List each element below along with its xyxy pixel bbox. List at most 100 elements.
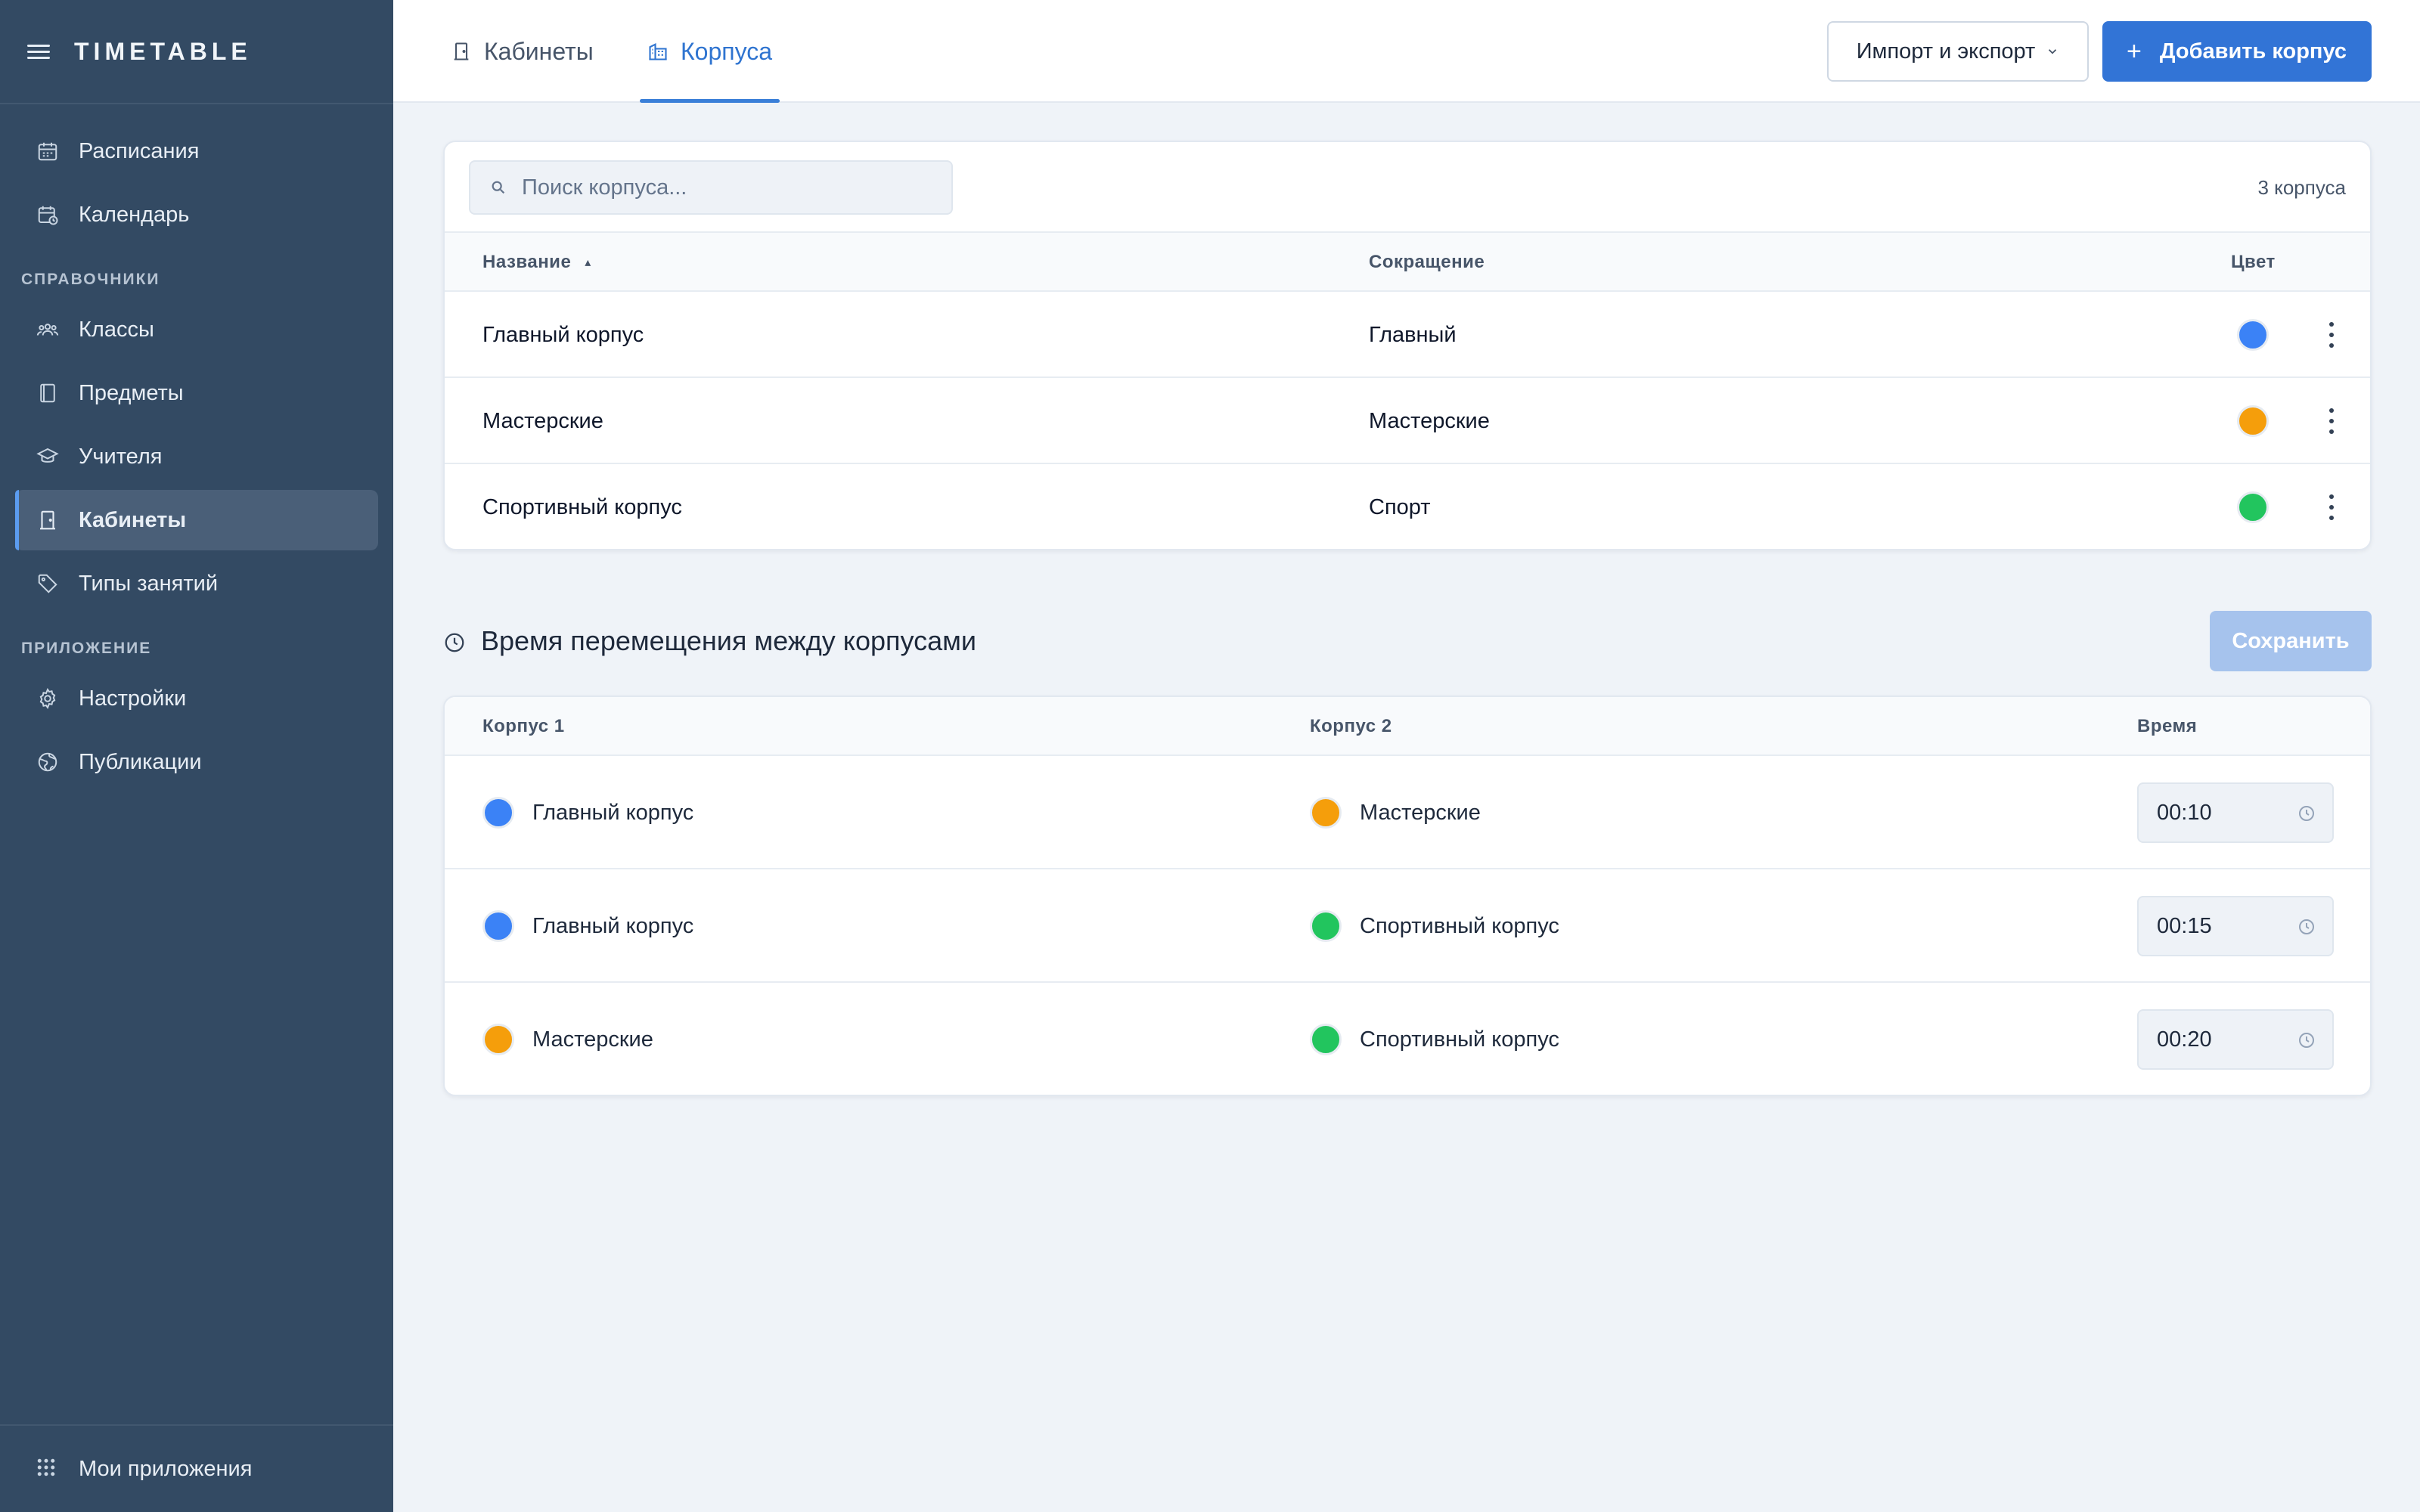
sidebar-item-label: Предметы [79, 380, 184, 405]
sidebar-item-label: Типы занятий [79, 571, 219, 596]
color-dot [482, 910, 514, 942]
more-actions-icon[interactable] [2328, 408, 2335, 434]
time-value: 00:20 [2157, 1027, 2212, 1052]
sidebar-item-label: Календарь [79, 202, 190, 227]
color-cell [2237, 292, 2269, 378]
color-cell [2237, 464, 2269, 549]
tab-buildings[interactable]: Корпуса [640, 0, 780, 103]
building-2-cell: Спортивный корпус [1310, 869, 1559, 983]
building-name: Главный корпус [482, 322, 644, 347]
actions-cell [2328, 378, 2335, 464]
color-dot [482, 1024, 514, 1055]
buildings-toolbar: 3 корпуса [445, 142, 2370, 233]
add-building-button[interactable]: + Добавить корпус [2102, 21, 2372, 82]
buildings-count: 3 корпуса [2257, 175, 2346, 199]
column-header-time: Время [2137, 716, 2198, 736]
tab-rooms[interactable]: Кабинеты [451, 0, 594, 103]
table-row[interactable]: Спортивный корпус Спорт [445, 464, 2370, 549]
apps-grid-icon [35, 1456, 60, 1482]
travel-row: Главный корпус Мастерские 00:10 [445, 756, 2370, 869]
brand-bar: TIMETABLE [0, 0, 393, 104]
color-dot [482, 797, 514, 829]
building-1-name: Главный корпус [532, 913, 694, 938]
table-row[interactable]: Мастерские Мастерские [445, 378, 2370, 464]
sidebar-item-settings[interactable]: Настройки [15, 668, 378, 729]
calendar-icon [35, 138, 60, 164]
more-actions-icon[interactable] [2328, 494, 2335, 520]
sidebar-item-classes[interactable]: Классы [15, 299, 378, 360]
door-icon [451, 40, 473, 63]
travel-table-header: Корпус 1 Корпус 2 Время [445, 697, 2370, 756]
tag-icon [35, 571, 60, 596]
sidebar-item-label: Публикации [79, 749, 202, 774]
sidebar-item-rooms[interactable]: Кабинеты [15, 490, 378, 550]
color-dot [1310, 1024, 1342, 1055]
calendar-clock-icon [35, 202, 60, 228]
time-cell: 00:20 [2137, 983, 2334, 1095]
buildings-card: 3 корпуса Название ▴ Сокращение Цвет Гла… [443, 141, 2372, 550]
tab-label: Корпуса [681, 37, 772, 65]
section-heading-app: ПРИЛОЖЕНИЕ [21, 640, 152, 657]
add-building-label: Добавить корпус [2159, 39, 2347, 64]
time-value: 00:10 [2157, 800, 2212, 825]
import-export-label: Импорт и экспорт [1856, 39, 2036, 64]
sidebar-item-teachers[interactable]: Учителя [15, 426, 378, 487]
door-icon [35, 507, 60, 533]
search-input[interactable] [522, 175, 945, 200]
building-short: Мастерские [1369, 408, 1490, 433]
building-1-cell: Мастерские [482, 983, 653, 1095]
color-dot [1310, 910, 1342, 942]
import-export-dropdown[interactable]: Импорт и экспорт [1827, 21, 2089, 82]
color-swatch[interactable] [2237, 491, 2269, 523]
travel-times-card: Корпус 1 Корпус 2 Время Главный корпус М… [443, 696, 2372, 1096]
color-dot [1310, 797, 1342, 829]
menu-icon[interactable] [27, 42, 53, 61]
save-button[interactable]: Сохранить [2210, 611, 2372, 671]
sidebar-nav: Расписания Календарь СПРАВОЧНИКИ Классы … [0, 104, 393, 792]
time-input[interactable]: 00:10 [2137, 782, 2334, 843]
clock-icon[interactable] [2297, 804, 2317, 823]
column-header-name[interactable]: Название ▴ [482, 233, 591, 292]
building-name: Мастерские [482, 408, 603, 433]
clock-icon[interactable] [2297, 917, 2317, 937]
time-cell: 00:10 [2137, 756, 2334, 869]
sidebar-item-schedules[interactable]: Расписания [15, 121, 378, 181]
sidebar-item-label: Кабинеты [79, 507, 187, 532]
building-1-cell: Главный корпус [482, 756, 693, 869]
time-input[interactable]: 00:15 [2137, 896, 2334, 956]
column-header-color[interactable]: Цвет [2231, 233, 2276, 292]
search-box[interactable] [469, 160, 953, 215]
building-2-name: Мастерские [1360, 800, 1481, 825]
building-short: Спорт [1369, 494, 1431, 519]
buildings-table-header: Название ▴ Сокращение Цвет [445, 233, 2370, 292]
clock-icon[interactable] [2297, 1030, 2317, 1050]
sidebar-item-label: Классы [79, 317, 154, 342]
search-icon [490, 179, 507, 196]
sidebar-item-label: Расписания [79, 138, 200, 163]
sort-asc-icon: ▴ [585, 256, 591, 269]
more-actions-icon[interactable] [2328, 322, 2335, 348]
sidebar-item-my-apps[interactable]: Мои приложения [0, 1424, 393, 1512]
gear-icon [35, 686, 60, 711]
sidebar-item-publications[interactable]: Публикации [15, 732, 378, 792]
column-header-building-2: Корпус 2 [1310, 716, 1392, 736]
building-1-name: Мастерские [532, 1027, 653, 1052]
building-1-name: Главный корпус [532, 800, 694, 825]
travel-row: Мастерские Спортивный корпус 00:20 [445, 983, 2370, 1095]
sidebar: TIMETABLE Расписания Календарь СПРАВОЧНИ… [0, 0, 393, 1512]
topbar: Кабинеты Корпуса Импорт и экспорт + Доба… [393, 0, 2420, 103]
color-swatch[interactable] [2237, 319, 2269, 351]
building-2-name: Спортивный корпус [1360, 913, 1559, 938]
buildings-icon [647, 40, 670, 63]
sidebar-item-subjects[interactable]: Предметы [15, 363, 378, 423]
color-swatch[interactable] [2237, 405, 2269, 437]
time-input[interactable]: 00:20 [2137, 1009, 2334, 1070]
sidebar-item-lesson-types[interactable]: Типы занятий [15, 553, 378, 614]
group-icon [35, 317, 60, 342]
building-2-name: Спортивный корпус [1360, 1027, 1559, 1052]
sidebar-item-calendar[interactable]: Календарь [15, 184, 378, 245]
tab-label: Кабинеты [484, 37, 594, 65]
table-row[interactable]: Главный корпус Главный [445, 292, 2370, 378]
travel-section-heading: Время перемещения между корпусами [443, 612, 976, 670]
column-header-short[interactable]: Сокращение [1369, 233, 1485, 292]
